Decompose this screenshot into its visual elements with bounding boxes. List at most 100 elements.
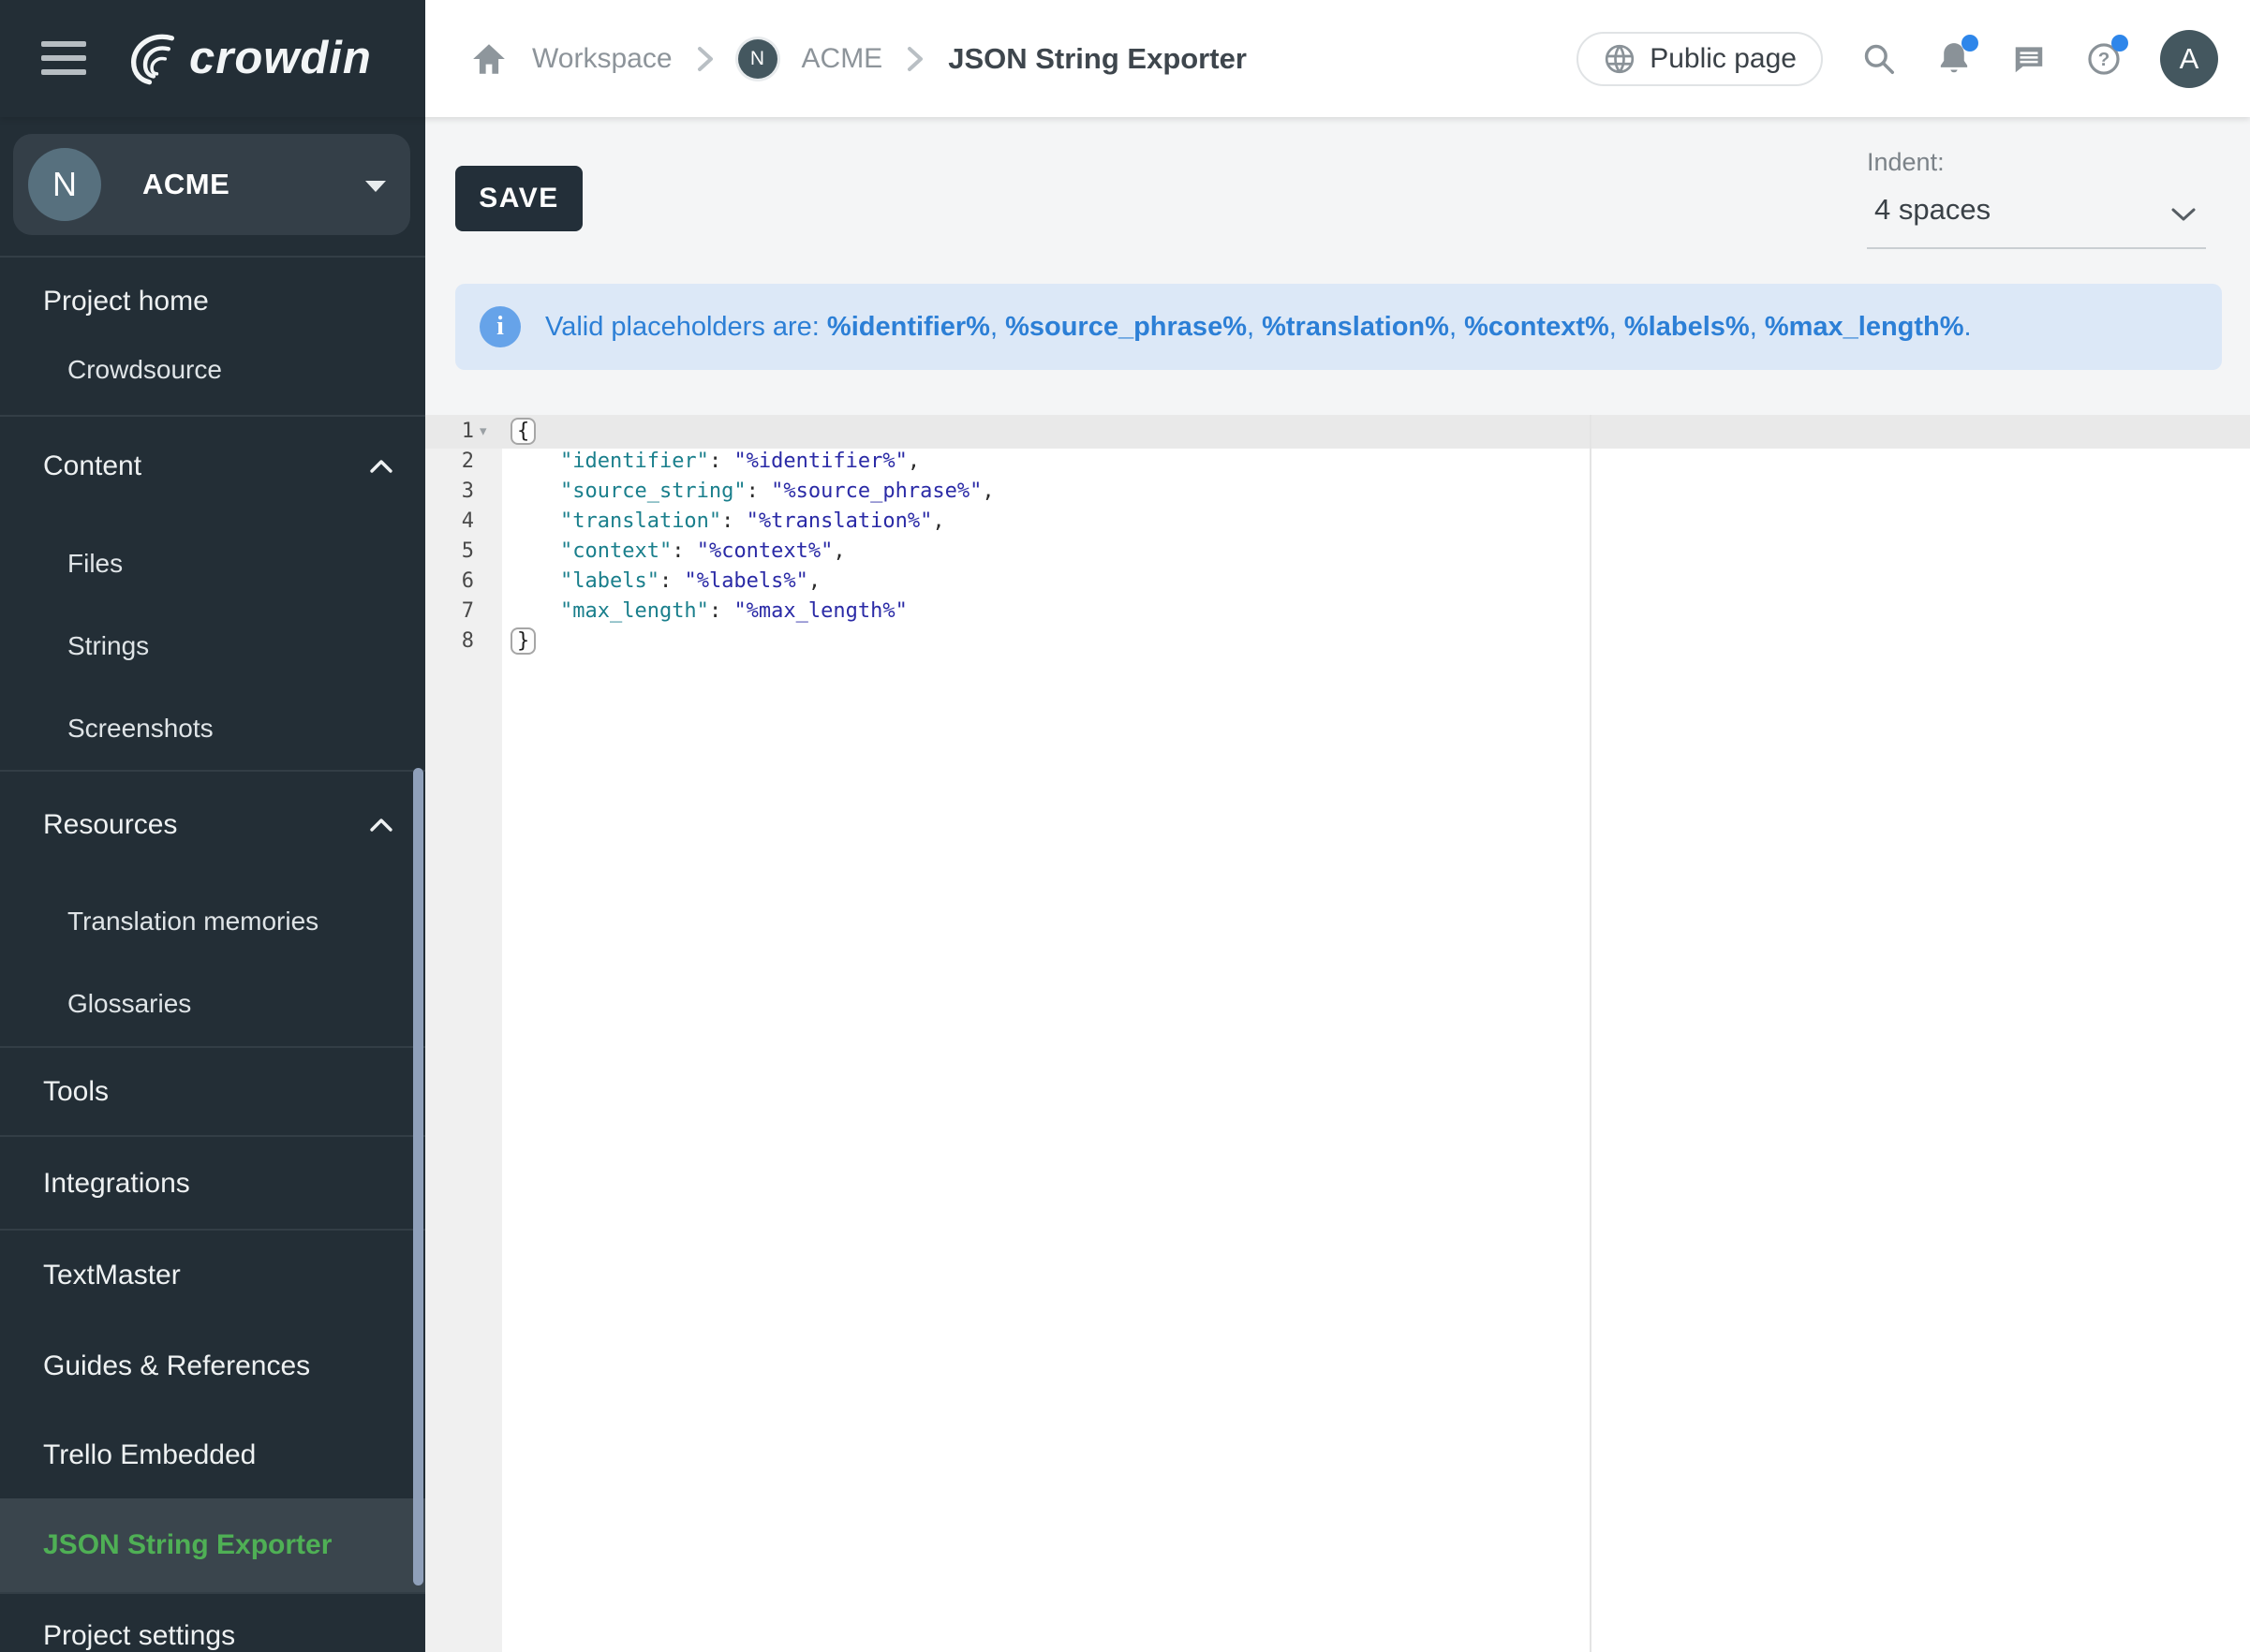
project-badge[interactable]: N <box>738 39 777 79</box>
info-icon: i <box>480 306 521 347</box>
sidebar-item-files[interactable]: Files <box>0 530 425 597</box>
indent-select[interactable]: 4 spaces <box>1867 184 2206 249</box>
sidebar-item-content[interactable]: Content <box>0 433 425 500</box>
code-line-text: } <box>511 627 536 656</box>
code-editor[interactable]: 1▾{2 "identifier": "%identifier%",3 "sou… <box>425 415 2250 1652</box>
line-number: 3 <box>425 477 474 507</box>
sidebar-item-label: Tools <box>43 1076 109 1108</box>
sidebar-item-textmaster[interactable]: TextMaster <box>0 1242 425 1309</box>
code-token: "translation" <box>560 509 721 533</box>
sidebar-item-label: Content <box>43 450 141 482</box>
breadcrumb-project[interactable]: ACME <box>802 43 883 75</box>
breadcrumb-current-page: JSON String Exporter <box>948 42 1247 76</box>
chat-icon[interactable] <box>2010 40 2048 78</box>
matched-bracket: { <box>511 418 536 445</box>
sidebar-item-project-home[interactable]: Project home <box>0 268 425 335</box>
sidebar-item-trello-embedded[interactable]: Trello Embedded <box>0 1422 425 1489</box>
line-number: 4 <box>425 507 474 537</box>
sidebar-item-label: Resources <box>43 809 177 841</box>
code-token: "labels" <box>560 569 659 593</box>
chevron-right-icon <box>697 46 714 72</box>
code-token <box>511 509 560 533</box>
line-number: 1 <box>425 417 474 447</box>
sidebar: N ACME Project home Crowdsource Content Fil… <box>0 117 425 1652</box>
code-token: , <box>982 479 994 503</box>
code-line-text: { <box>511 417 536 447</box>
code-line: 3 "source_string": "%source_phrase%", <box>425 477 2250 507</box>
code-token: "context" <box>560 539 672 563</box>
team-name: ACME <box>142 134 229 235</box>
globe-icon <box>1603 42 1636 76</box>
sidebar-item-translation-memories[interactable]: Translation memories <box>0 888 425 955</box>
sidebar-item-screenshots[interactable]: Screenshots <box>0 695 425 762</box>
help-icon[interactable]: ? <box>2085 40 2123 78</box>
caret-down-icon <box>365 181 386 192</box>
indent-selected-value: 4 spaces <box>1874 193 1991 227</box>
sidebar-scrollbar-thumb[interactable] <box>413 768 423 1586</box>
sidebar-item-project-settings[interactable]: Project settings <box>0 1602 425 1652</box>
crowdin-logo[interactable]: crowdin <box>124 24 372 92</box>
placeholder-token: %identifier% <box>827 312 990 342</box>
sidebar-item-label: Project settings <box>43 1620 235 1652</box>
code-line: 4 "translation": "%translation%", <box>425 507 2250 537</box>
code-line-text: "translation": "%translation%", <box>511 507 945 537</box>
sidebar-divider <box>0 1592 425 1594</box>
code-token: "source_string" <box>560 479 747 503</box>
search-icon[interactable] <box>1860 40 1898 78</box>
public-page-button[interactable]: Public page <box>1576 32 1823 86</box>
crowdin-logo-mark-icon <box>124 30 182 86</box>
code-token: : <box>709 450 734 473</box>
sidebar-item-tools[interactable]: Tools <box>0 1058 425 1126</box>
chevron-right-icon <box>907 46 924 72</box>
svg-text:?: ? <box>2098 49 2110 70</box>
code-token: , <box>932 509 944 533</box>
sidebar-item-resources[interactable]: Resources <box>0 791 425 859</box>
sidebar-item-integrations[interactable]: Integrations <box>0 1150 425 1217</box>
code-token: "%source_phrase%" <box>771 479 982 503</box>
code-token: "max_length" <box>560 599 709 623</box>
top-bar-brand-area: crowdin <box>0 0 425 117</box>
code-line: 1▾ { <box>425 417 2250 447</box>
sidebar-item-label: Crowdsource <box>67 355 222 385</box>
sidebar-divider <box>0 415 425 417</box>
sidebar-item-label: Trello Embedded <box>43 1439 256 1471</box>
line-number: 5 <box>425 537 474 567</box>
code-token: "%translation%" <box>747 509 933 533</box>
sidebar-item-glossaries[interactable]: Glossaries <box>0 970 425 1038</box>
sidebar-item-strings[interactable]: Strings <box>0 612 425 680</box>
team-switcher[interactable]: N ACME <box>13 134 410 235</box>
crowdin-logo-text: crowdin <box>189 32 372 84</box>
breadcrumb: Workspace N ACME JSON String Exporter <box>470 0 1247 117</box>
bell-icon[interactable] <box>1935 40 1973 78</box>
sidebar-item-label: Glossaries <box>67 989 191 1019</box>
code-line: 8} <box>425 627 2250 656</box>
code-line-text: "source_string": "%source_phrase%", <box>511 477 995 507</box>
sidebar-item-guides-references[interactable]: Guides & References <box>0 1333 425 1400</box>
breadcrumb-workspace[interactable]: Workspace <box>532 43 673 75</box>
info-banner-text: Valid placeholders are: %identifier%, %s… <box>545 284 1972 370</box>
save-button[interactable]: SAVE <box>455 166 583 231</box>
sidebar-divider <box>0 256 425 258</box>
placeholder-token: %translation% <box>1262 312 1449 342</box>
app-window: crowdin Workspace N ACME JSON String Exp… <box>0 0 2250 1652</box>
sidebar-item-label: Translation memories <box>67 907 318 937</box>
code-token <box>511 450 560 473</box>
sidebar-divider <box>0 1229 425 1231</box>
sidebar-item-json-string-exporter[interactable]: JSON String Exporter <box>0 1498 425 1592</box>
fold-arrow-icon[interactable]: ▾ <box>480 417 496 447</box>
top-bar-actions: Public page <box>1576 0 2218 117</box>
sidebar-item-crowdsource[interactable]: Crowdsource <box>0 336 425 404</box>
code-token: "%max_length%" <box>733 599 907 623</box>
home-icon[interactable] <box>470 40 508 78</box>
user-avatar[interactable]: A <box>2160 30 2218 88</box>
line-number: 7 <box>425 597 474 627</box>
indent-label: Indent: <box>1867 148 1945 177</box>
code-token <box>511 479 560 503</box>
top-bar: crowdin Workspace N ACME JSON String Exp… <box>0 0 2250 117</box>
code-token: : <box>659 569 685 593</box>
team-avatar: N <box>28 148 101 221</box>
code-line-text: "max_length": "%max_length%" <box>511 597 908 627</box>
code-line: 7 "max_length": "%max_length%" <box>425 597 2250 627</box>
notification-dot <box>1961 35 1978 52</box>
hamburger-menu-icon[interactable] <box>41 41 86 77</box>
